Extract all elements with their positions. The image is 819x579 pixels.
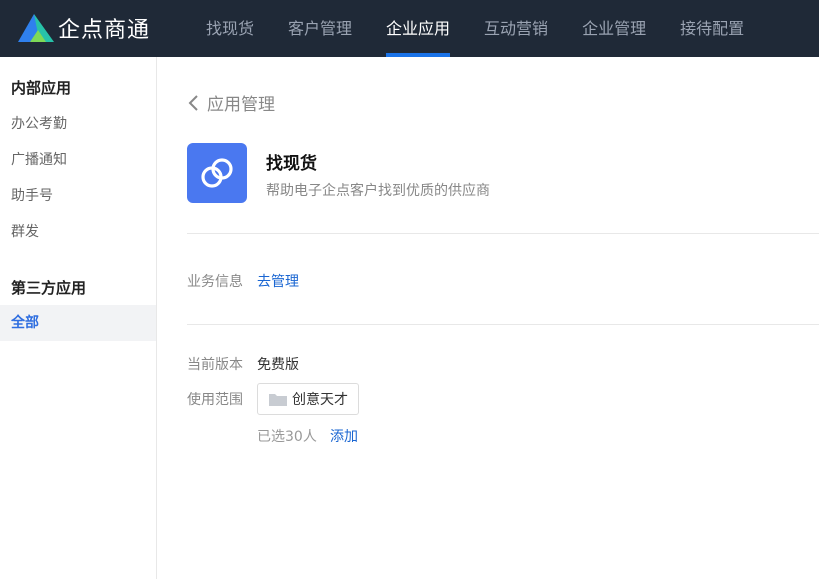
app-icon [187,143,247,203]
sidebar-item-broadcast[interactable]: 广播通知 [0,142,156,178]
chevron-left-icon [188,94,198,111]
nav-item-find-stock[interactable]: 找现货 [189,0,271,57]
back-link[interactable]: 应用管理 [187,90,275,115]
main-content: 应用管理 找现货 帮助电子企点客户找到优质的供应商 业务信息 去管理 当前版本 … [157,57,819,579]
qidian-logo-icon [18,14,54,42]
top-navigation-bar: 企点商通 找现货 客户管理 企业应用 互动营销 企业管理 接待配置 [0,0,819,57]
manage-link[interactable]: 去管理 [257,271,299,291]
divider [187,324,819,325]
folder-icon [269,394,287,406]
nav-item-interactive-marketing[interactable]: 互动营销 [467,0,565,57]
nav-item-customer-management[interactable]: 客户管理 [271,0,369,57]
link-chain-icon [201,158,233,188]
app-name: 找现货 [266,154,317,174]
scope-tag[interactable]: 创意天才 [257,383,359,415]
back-label: 应用管理 [207,95,275,115]
nav-item-enterprise-management[interactable]: 企业管理 [565,0,663,57]
scope-label: 使用范围 [187,392,243,408]
selected-count: 已选30人 [257,429,317,445]
sidebar-item-assistant[interactable]: 助手号 [0,178,156,214]
app-description: 帮助电子企点客户找到优质的供应商 [266,183,490,199]
divider [187,233,819,234]
nav-item-reception-config[interactable]: 接待配置 [663,0,761,57]
sidebar-item-attendance[interactable]: 办公考勤 [0,106,156,142]
brand-logo[interactable]: 企点商通 [16,12,150,44]
add-link[interactable]: 添加 [330,426,358,446]
version-value: 免费版 [257,357,299,373]
version-label: 当前版本 [187,357,243,373]
nav-item-enterprise-apps[interactable]: 企业应用 [369,0,467,57]
main-nav: 找现货 客户管理 企业应用 互动营销 企业管理 接待配置 [189,0,761,57]
sidebar-section-third-party-apps: 第三方应用 [11,279,87,297]
brand-name: 企点商通 [58,18,151,43]
sidebar-section-internal-apps: 内部应用 [11,79,72,97]
sidebar-item-mass-message[interactable]: 群发 [0,214,156,250]
business-info-label: 业务信息 [187,274,243,290]
sidebar: 内部应用 办公考勤 广播通知 助手号 群发 第三方应用 全部 [0,57,157,579]
sidebar-item-all[interactable]: 全部 [0,305,156,341]
scope-tag-label: 创意天才 [292,392,348,408]
